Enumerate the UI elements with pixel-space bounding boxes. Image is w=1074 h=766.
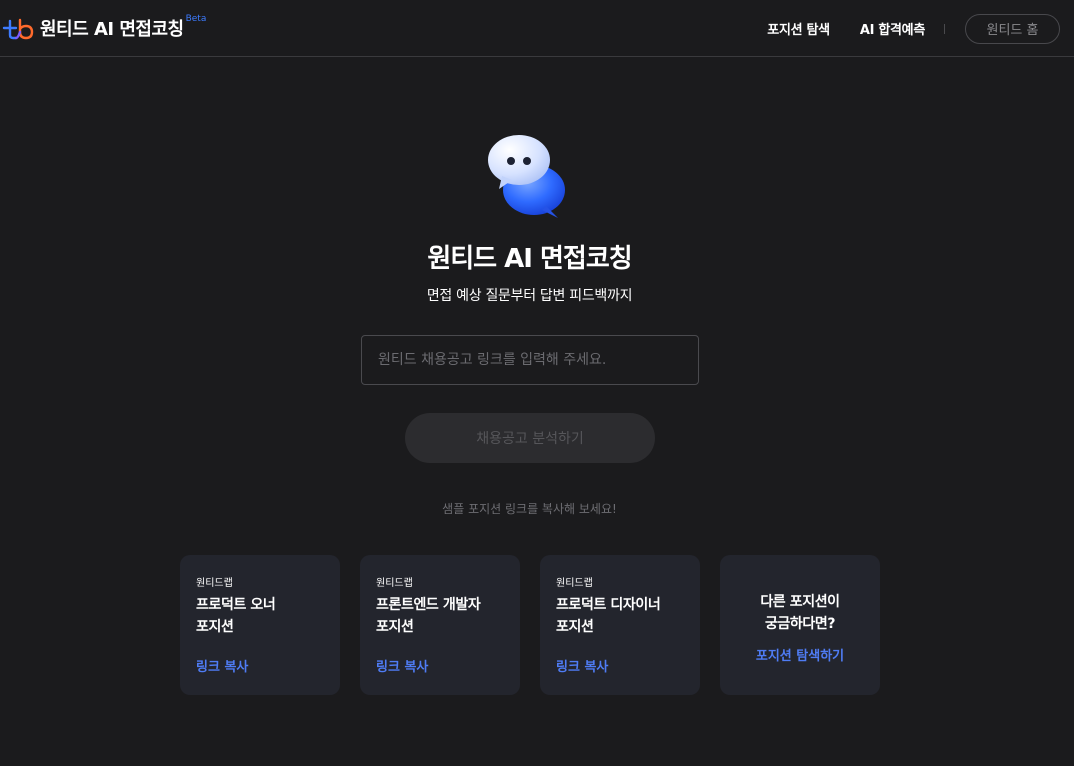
wanted-home-button[interactable]: 원티드 홈 [965, 13, 1060, 44]
wanted-logo-icon [2, 18, 34, 40]
nav-divider [944, 23, 945, 34]
more-card-title-line2: 궁금하다면? [764, 616, 836, 632]
analyze-job-button[interactable]: 채용공고 분석하기 [405, 413, 655, 463]
card-title-line1: 프로덕트 디자이너 [556, 597, 661, 613]
job-url-input[interactable] [361, 335, 699, 385]
chat-bubbles-icon [488, 135, 565, 218]
top-header: 원티드 AI 면접코칭 Beta 포지션 탐색 AI 합격예측 원티드 홈 [0, 0, 1074, 57]
card-company: 원티드랩 [196, 578, 233, 589]
page-subtitle: 면접 예상 질문부터 답변 피드백까지 [426, 288, 633, 304]
explore-positions-link[interactable]: 포지션 탐색하기 [756, 645, 844, 664]
copy-link-button[interactable]: 링크 복사 [196, 656, 248, 675]
card-title-line1: 프론트엔드 개발자 [376, 597, 481, 613]
brand-title: 원티드 AI 면접코칭 [40, 19, 184, 40]
nav-ai-prediction[interactable]: AI 합격예측 [860, 19, 925, 38]
copy-link-button[interactable]: 링크 복사 [556, 656, 608, 675]
sample-card-frontend: 원티드랩 프론트엔드 개발자 포지션 링크 복사 [360, 555, 520, 695]
card-title-line1: 프로덕트 오너 [196, 597, 276, 613]
sample-card-product-designer: 원티드랩 프로덕트 디자이너 포지션 링크 복사 [540, 555, 700, 695]
beta-badge: Beta [185, 13, 207, 24]
card-title-line2: 포지션 [556, 619, 594, 635]
sample-hint: 샘플 포지션 링크를 복사해 보세요! [442, 502, 617, 516]
brand[interactable]: 원티드 AI 면접코칭 Beta [2, 0, 206, 57]
top-nav: 포지션 탐색 AI 합격예측 원티드 홈 [767, 0, 1060, 57]
card-title-line2: 포지션 [196, 619, 234, 635]
card-company: 원티드랩 [376, 578, 413, 589]
copy-link-button[interactable]: 링크 복사 [376, 656, 428, 675]
explore-more-card: 다른 포지션이 궁금하다면? 포지션 탐색하기 [720, 555, 880, 695]
more-card-title-line1: 다른 포지션이 [760, 594, 840, 610]
card-title-line2: 포지션 [376, 619, 414, 635]
page-title: 원티드 AI 면접코칭 [427, 244, 632, 274]
sample-card-product-owner: 원티드랩 프로덕트 오너 포지션 링크 복사 [180, 555, 340, 695]
card-company: 원티드랩 [556, 578, 593, 589]
nav-position-explore[interactable]: 포지션 탐색 [767, 19, 830, 38]
